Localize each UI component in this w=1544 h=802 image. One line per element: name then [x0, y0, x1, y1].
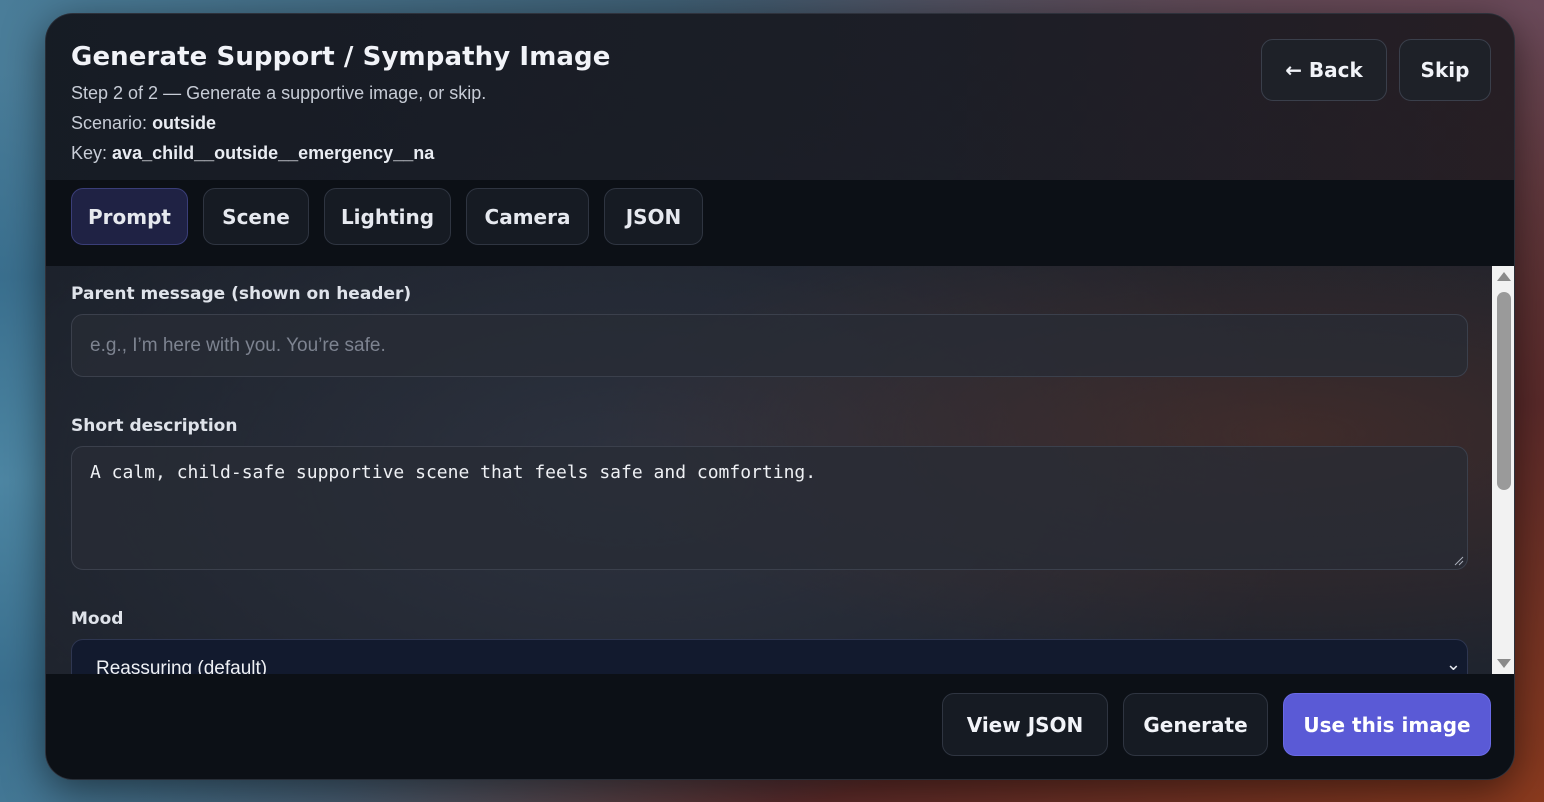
scroll-down-icon[interactable]: [1497, 659, 1511, 668]
key-label: Key:: [71, 143, 108, 163]
scenario-value: outside: [152, 113, 217, 133]
parent-message-label: Parent message (shown on header): [71, 284, 412, 304]
dialog-title: Generate Support / Sympathy Image: [71, 42, 611, 72]
content-scrollbar[interactable]: [1492, 266, 1514, 674]
back-button[interactable]: ← Back: [1261, 39, 1387, 101]
chevron-down-icon: ⌄: [1445, 654, 1461, 674]
dialog-footer: View JSON Generate Use this image: [46, 674, 1514, 779]
scrollbar-thumb[interactable]: [1497, 292, 1511, 490]
mood-select[interactable]: Reassuring (default) ⌄: [71, 639, 1468, 674]
generate-image-dialog: Generate Support / Sympathy Image Step 2…: [45, 13, 1515, 780]
tab-camera[interactable]: Camera: [466, 188, 589, 245]
prompt-form: Parent message (shown on header) e.g., I…: [46, 266, 1492, 674]
short-description-textarea[interactable]: A calm, child-safe supportive scene that…: [71, 446, 1468, 570]
mood-selected-value: Reassuring (default): [96, 658, 268, 674]
generate-button[interactable]: Generate: [1123, 693, 1268, 756]
tab-scene[interactable]: Scene: [203, 188, 309, 245]
parent-message-input[interactable]: e.g., I’m here with you. You’re safe.: [71, 314, 1468, 377]
tab-bar: Prompt Scene Lighting Camera JSON: [46, 180, 1514, 266]
use-image-button[interactable]: Use this image: [1283, 693, 1491, 756]
dialog-header: Generate Support / Sympathy Image Step 2…: [46, 14, 1514, 180]
step-text: Step 2 of 2 — Generate a supportive imag…: [71, 83, 487, 103]
short-description-label: Short description: [71, 416, 238, 436]
tab-prompt[interactable]: Prompt: [71, 188, 188, 245]
view-json-button[interactable]: View JSON: [942, 693, 1108, 756]
scenario-line: Scenario: outside: [71, 113, 216, 134]
mood-label: Mood: [71, 609, 124, 629]
key-value: ava_child__outside__emergency__na: [112, 143, 435, 163]
resize-handle-icon[interactable]: [1454, 556, 1464, 566]
key-line: Key: ava_child__outside__emergency__na: [71, 143, 434, 164]
skip-button[interactable]: Skip: [1399, 39, 1491, 101]
scenario-label: Scenario:: [71, 113, 148, 133]
scroll-up-icon[interactable]: [1497, 272, 1511, 281]
tab-lighting[interactable]: Lighting: [324, 188, 451, 245]
short-description-text: A calm, child-safe supportive scene that…: [90, 462, 817, 483]
tab-json[interactable]: JSON: [604, 188, 703, 245]
